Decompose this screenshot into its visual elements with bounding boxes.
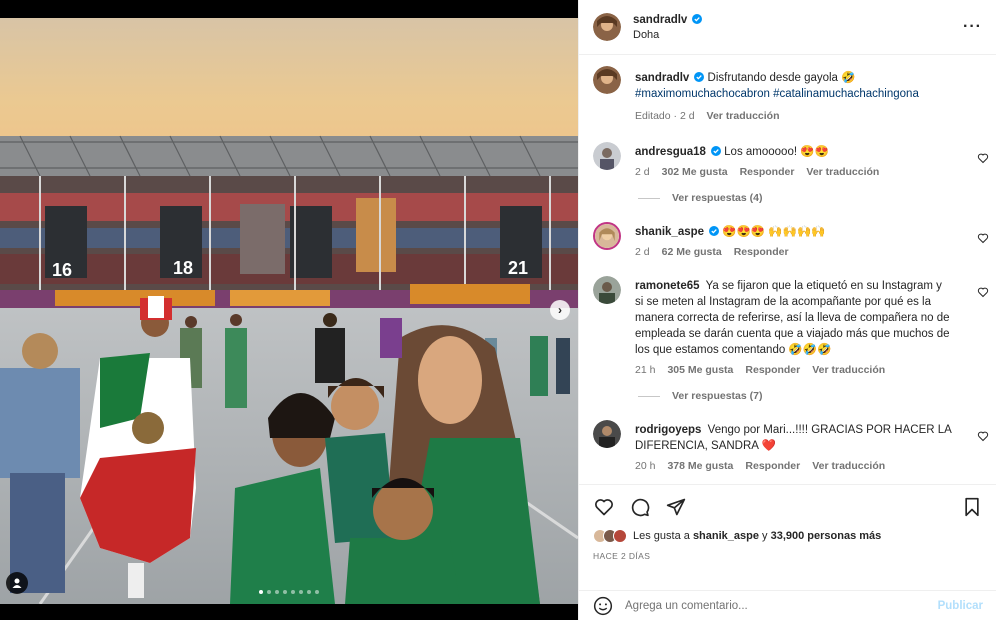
share-button[interactable] bbox=[665, 496, 687, 518]
comment-username[interactable]: shanik_aspe bbox=[635, 226, 704, 238]
verified-icon bbox=[710, 146, 721, 156]
more-icon: ··· bbox=[963, 18, 982, 35]
comment-time[interactable]: 20 h bbox=[635, 460, 655, 472]
post-media: 16 18 21 › bbox=[0, 0, 578, 620]
carousel-dot[interactable] bbox=[267, 590, 271, 594]
post-photo[interactable]: 16 18 21 bbox=[0, 18, 578, 604]
user-tag-icon bbox=[12, 578, 22, 588]
verified-icon bbox=[709, 226, 720, 236]
comment-username[interactable]: ramonete65 bbox=[635, 280, 700, 292]
heart-icon[interactable] bbox=[977, 286, 989, 298]
liked-by: Les gusta a shanik_aspe y 33,900 persona… bbox=[593, 529, 983, 543]
heart-icon[interactable] bbox=[977, 152, 989, 164]
post-actions: Les gusta a shanik_aspe y 33,900 persona… bbox=[579, 484, 996, 561]
view-replies-button[interactable]: Ver respuestas (7) bbox=[638, 390, 996, 402]
comment-likes[interactable]: 302 Me gusta bbox=[662, 166, 728, 178]
emoji-icon[interactable] bbox=[593, 596, 613, 616]
heart-icon bbox=[595, 499, 613, 516]
header-text: sandradlv Doha bbox=[633, 13, 963, 41]
translate-link[interactable]: Ver traducción bbox=[806, 166, 879, 178]
comment-composer: Publicar bbox=[579, 590, 996, 620]
comment-item: rodrigoyeps Vengo por Mari...!!!! GRACIA… bbox=[579, 410, 996, 472]
carousel-dots bbox=[0, 590, 578, 594]
liker-avatars bbox=[593, 529, 627, 543]
liked-by-prefix: Les gusta a bbox=[633, 530, 690, 542]
post-modal: 16 18 21 › sandradlv Doha ··· sandradlv … bbox=[0, 0, 996, 620]
chevron-right-icon: › bbox=[558, 303, 562, 317]
comment-time[interactable]: 21 h bbox=[635, 364, 655, 376]
post-timestamp[interactable]: HACE 2 DÍAS bbox=[593, 551, 983, 561]
gate-number-16: 16 bbox=[52, 260, 72, 280]
reply-button[interactable]: Responder bbox=[734, 246, 789, 258]
liked-by-connector: y bbox=[762, 530, 768, 542]
action-bar bbox=[593, 495, 983, 519]
reply-button[interactable]: Responder bbox=[745, 364, 800, 376]
commenter-avatar[interactable] bbox=[593, 420, 621, 448]
comments-list: sandradlv Disfrutando desde gayola 🤣 #ma… bbox=[579, 56, 996, 484]
view-replies-label: Ver respuestas (7) bbox=[672, 390, 763, 402]
comment-username[interactable]: rodrigoyeps bbox=[635, 424, 701, 436]
carousel-dot[interactable] bbox=[307, 590, 311, 594]
comment-text: Los amooooo! 😍😍 bbox=[724, 146, 829, 158]
comment-time[interactable]: 2 d bbox=[635, 166, 650, 178]
caption-username[interactable]: sandradlv bbox=[635, 72, 689, 84]
save-button[interactable] bbox=[961, 496, 983, 518]
author-username[interactable]: sandradlv bbox=[633, 14, 687, 26]
author-avatar-small[interactable] bbox=[593, 66, 621, 94]
comment-likes[interactable]: 62 Me gusta bbox=[662, 246, 722, 258]
carousel-dot[interactable] bbox=[315, 590, 319, 594]
post-side-panel: sandradlv Doha ··· sandradlv Disfrutando… bbox=[578, 0, 996, 620]
carousel-dot[interactable] bbox=[275, 590, 279, 594]
post-location[interactable]: Doha bbox=[633, 29, 963, 41]
post-caption: sandradlv Disfrutando desde gayola 🤣 #ma… bbox=[579, 56, 996, 122]
comment-item: ramonete65 Ya se fijaron que la etiquetó… bbox=[579, 266, 996, 376]
liked-by-others[interactable]: 33,900 personas más bbox=[771, 530, 882, 542]
share-icon bbox=[666, 498, 686, 516]
heart-icon[interactable] bbox=[977, 232, 989, 244]
caption-text: Disfrutando desde gayola 🤣 bbox=[707, 72, 856, 84]
publish-button[interactable]: Publicar bbox=[938, 600, 983, 612]
reply-button[interactable]: Responder bbox=[740, 166, 795, 178]
reply-button[interactable]: Responder bbox=[745, 460, 800, 472]
gate-number-18: 18 bbox=[173, 258, 193, 278]
carousel-dot[interactable] bbox=[283, 590, 287, 594]
comment-item: shanik_aspe 😍😍😍 🙌🙌🙌🙌 2 d 62 Me gusta Res… bbox=[579, 212, 996, 258]
view-replies-button[interactable]: Ver respuestas (4) bbox=[638, 192, 996, 204]
commenter-avatar[interactable] bbox=[593, 222, 621, 250]
author-avatar[interactable] bbox=[593, 13, 621, 41]
gate-number-21: 21 bbox=[508, 258, 528, 278]
commenter-avatar[interactable] bbox=[593, 276, 621, 304]
comment-icon bbox=[631, 498, 650, 517]
caption-hashtags[interactable]: #maximomuchachocabron #catalinamuchachac… bbox=[635, 88, 919, 100]
caption-translate-link[interactable]: Ver traducción bbox=[707, 110, 780, 122]
comment-input[interactable] bbox=[625, 599, 938, 612]
carousel-dot[interactable] bbox=[259, 590, 263, 594]
comment-time[interactable]: 2 d bbox=[635, 246, 650, 258]
verified-icon bbox=[692, 13, 703, 24]
translate-link[interactable]: Ver traducción bbox=[812, 364, 885, 376]
comment-button[interactable] bbox=[629, 496, 651, 518]
comment-item: andresgua18 Los amooooo! 😍😍 2 d 302 Me g… bbox=[579, 132, 996, 178]
verified-icon bbox=[694, 72, 705, 82]
comment-likes[interactable]: 305 Me gusta bbox=[667, 364, 733, 376]
like-button[interactable] bbox=[593, 496, 615, 518]
carousel-next-button[interactable]: › bbox=[550, 300, 570, 320]
heart-icon[interactable] bbox=[977, 430, 989, 442]
bookmark-icon bbox=[965, 497, 979, 517]
photo-illustration: 16 18 21 bbox=[0, 18, 578, 604]
comment-likes[interactable]: 378 Me gusta bbox=[667, 460, 733, 472]
post-header: sandradlv Doha ··· bbox=[579, 0, 996, 55]
carousel-dot[interactable] bbox=[291, 590, 295, 594]
comment-text: 😍😍😍 🙌🙌🙌🙌 bbox=[722, 226, 826, 238]
view-replies-label: Ver respuestas (4) bbox=[672, 192, 763, 204]
caption-edited-time: Editado · 2 d bbox=[635, 110, 695, 122]
comment-username[interactable]: andresgua18 bbox=[635, 146, 706, 158]
translate-link[interactable]: Ver traducción bbox=[812, 460, 885, 472]
commenter-avatar[interactable] bbox=[593, 142, 621, 170]
liked-by-user[interactable]: shanik_aspe bbox=[693, 530, 759, 542]
carousel-dot[interactable] bbox=[299, 590, 303, 594]
more-options-button[interactable]: ··· bbox=[963, 18, 982, 36]
